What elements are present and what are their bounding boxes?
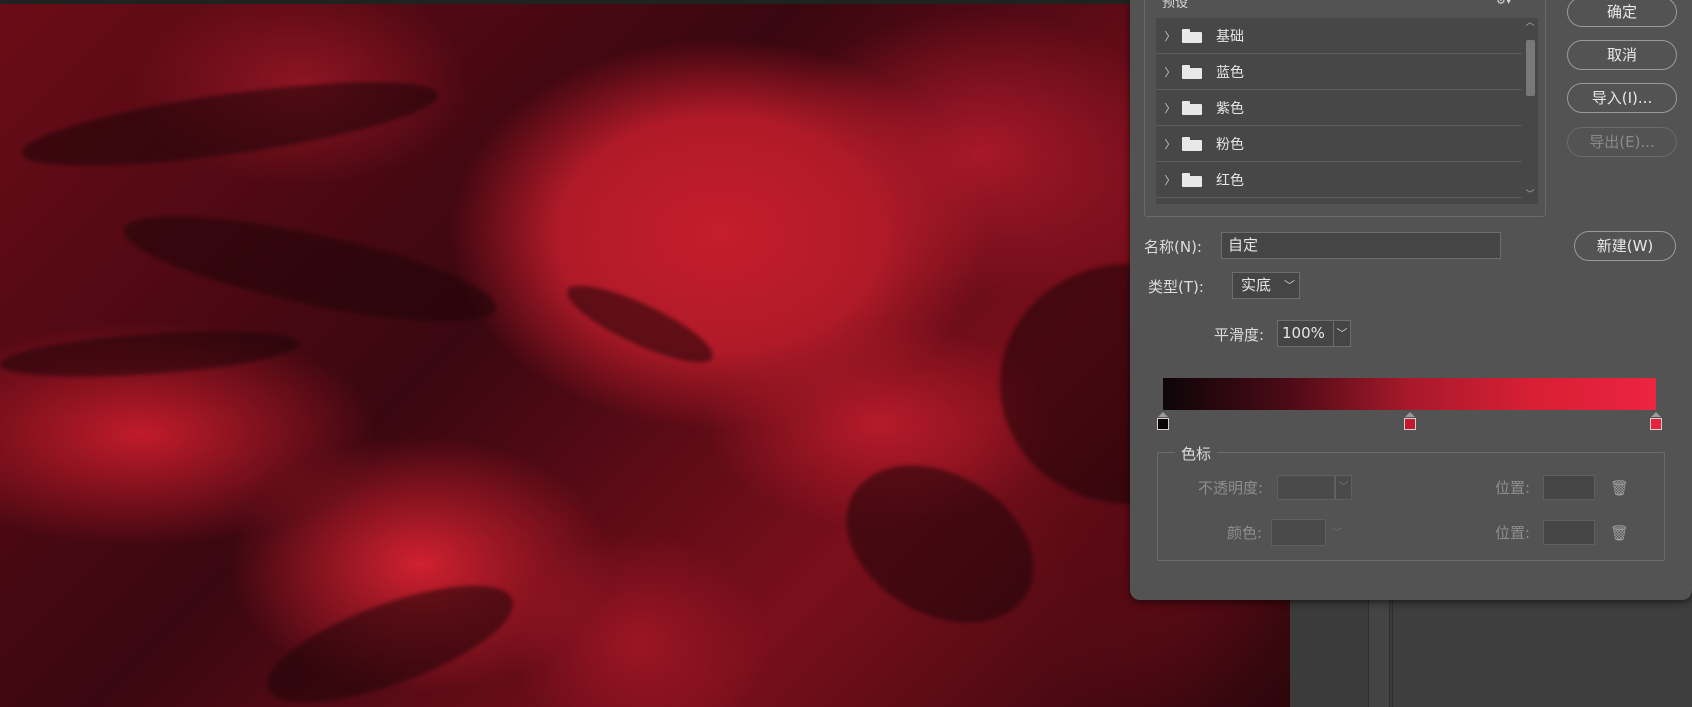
folder-icon (1182, 100, 1202, 115)
preset-folder-label: 基础 (1216, 28, 1244, 45)
preset-folder-label: 蓝色 (1216, 64, 1244, 81)
chevron-right-icon[interactable]: 〉 (1156, 100, 1178, 116)
artwork-streak (254, 561, 526, 707)
smoothness-value: 100% (1282, 324, 1325, 342)
chevron-right-icon[interactable]: 〉 (1156, 136, 1178, 152)
color-stop-end[interactable] (1650, 412, 1662, 430)
preset-folder-item[interactable]: 〉 基础 (1156, 18, 1538, 54)
opacity-label: 不透明度: (1198, 479, 1264, 497)
opacity-position-field[interactable] (1543, 475, 1595, 500)
artwork-streak (818, 433, 1062, 655)
export-button[interactable]: 导出(E)... (1567, 127, 1677, 157)
cancel-button[interactable]: 取消 (1567, 40, 1677, 70)
app-root: 预设 ⚙▾ 〉 基础 〉 蓝色 〉 紫色 〉 粉色 〉 红色 ︿ ﹀ 确定 取消… (0, 0, 1692, 707)
stop-color-swatch (1403, 418, 1416, 430)
artwork-streak (559, 272, 721, 376)
preset-folder-item[interactable]: 〉 粉色 (1156, 126, 1538, 162)
folder-icon (1182, 136, 1202, 151)
stop-marker-icon (1404, 412, 1415, 417)
color-swatch-field[interactable] (1271, 519, 1326, 546)
folder-icon (1182, 64, 1202, 79)
chevron-down-icon[interactable]: ﹀ (1335, 475, 1352, 500)
chevron-down-icon[interactable]: ﹀ (1333, 321, 1350, 346)
name-input[interactable]: 自定 (1221, 232, 1501, 259)
color-stop-mid[interactable] (1403, 412, 1416, 430)
chevron-down-icon: ﹀ (1284, 279, 1295, 292)
type-label: 类型(T): (1148, 278, 1204, 296)
presets-title: 预设 (1158, 0, 1193, 11)
folder-icon (1182, 172, 1202, 187)
canvas-artwork (0, 4, 1290, 707)
color-stops-title: 色标 (1175, 443, 1218, 464)
color-stop-black[interactable] (1157, 412, 1169, 430)
delete-color-stop-icon[interactable]: 🗑 (1610, 525, 1629, 541)
color-position-field[interactable] (1543, 520, 1595, 545)
preset-scrollbar[interactable]: ︿ ﹀ (1522, 18, 1538, 204)
chevron-right-icon[interactable]: 〉 (1156, 64, 1178, 80)
image-canvas[interactable] (0, 0, 1290, 707)
gear-icon[interactable]: ⚙▾ (1496, 0, 1512, 7)
color-label: 颜色: (1227, 524, 1263, 542)
color-position-label: 位置: (1495, 524, 1531, 542)
gradient-preview-bar[interactable] (1163, 378, 1656, 410)
delete-opacity-stop-icon[interactable]: 🗑 (1610, 480, 1629, 496)
chevron-right-icon[interactable]: 〉 (1156, 172, 1178, 188)
name-label: 名称(N): (1144, 238, 1202, 256)
smoothness-select[interactable]: 100% ﹀ (1277, 320, 1351, 347)
new-button[interactable]: 新建(W) (1574, 231, 1676, 261)
preset-folder-label: 紫色 (1216, 100, 1244, 117)
smoothness-label: 平滑度: (1214, 326, 1265, 344)
stop-marker-icon (1158, 412, 1168, 417)
opacity-field[interactable] (1277, 475, 1335, 500)
scroll-down-icon[interactable]: ﹀ (1525, 190, 1535, 200)
preset-list[interactable]: 〉 基础 〉 蓝色 〉 紫色 〉 粉色 〉 红色 ︿ ﹀ (1156, 18, 1538, 204)
artwork-streak (17, 65, 443, 183)
chevron-right-icon[interactable]: 〉 (1156, 28, 1178, 44)
preset-folder-label: 粉色 (1216, 136, 1244, 153)
stop-color-swatch (1650, 418, 1662, 430)
stop-marker-icon (1651, 412, 1661, 417)
artwork-streak (0, 323, 302, 385)
ok-button[interactable]: 确定 (1567, 0, 1677, 27)
artwork-streak (116, 195, 504, 343)
panel-strip (1368, 596, 1390, 707)
type-select[interactable]: 实底 ﹀ (1232, 272, 1300, 299)
stop-color-swatch (1157, 418, 1169, 430)
scrollbar-thumb[interactable] (1526, 40, 1535, 96)
panel-strip (1392, 596, 1692, 707)
preset-folder-label: 红色 (1216, 172, 1244, 189)
folder-icon (1182, 28, 1202, 43)
preset-folder-item[interactable]: 〉 紫色 (1156, 90, 1538, 126)
type-select-value: 实底 (1241, 276, 1272, 294)
chevron-down-icon[interactable]: ﹀ (1332, 524, 1342, 539)
preset-folder-item[interactable]: 〉 红色 (1156, 162, 1538, 198)
import-button[interactable]: 导入(I)... (1567, 83, 1677, 113)
preset-folder-item[interactable]: 〉 蓝色 (1156, 54, 1538, 90)
opacity-position-label: 位置: (1495, 479, 1531, 497)
gradient-editor-dialog: 预设 ⚙▾ 〉 基础 〉 蓝色 〉 紫色 〉 粉色 〉 红色 ︿ ﹀ 确定 取消… (1130, 0, 1692, 600)
scroll-up-icon[interactable]: ︿ (1525, 19, 1535, 28)
